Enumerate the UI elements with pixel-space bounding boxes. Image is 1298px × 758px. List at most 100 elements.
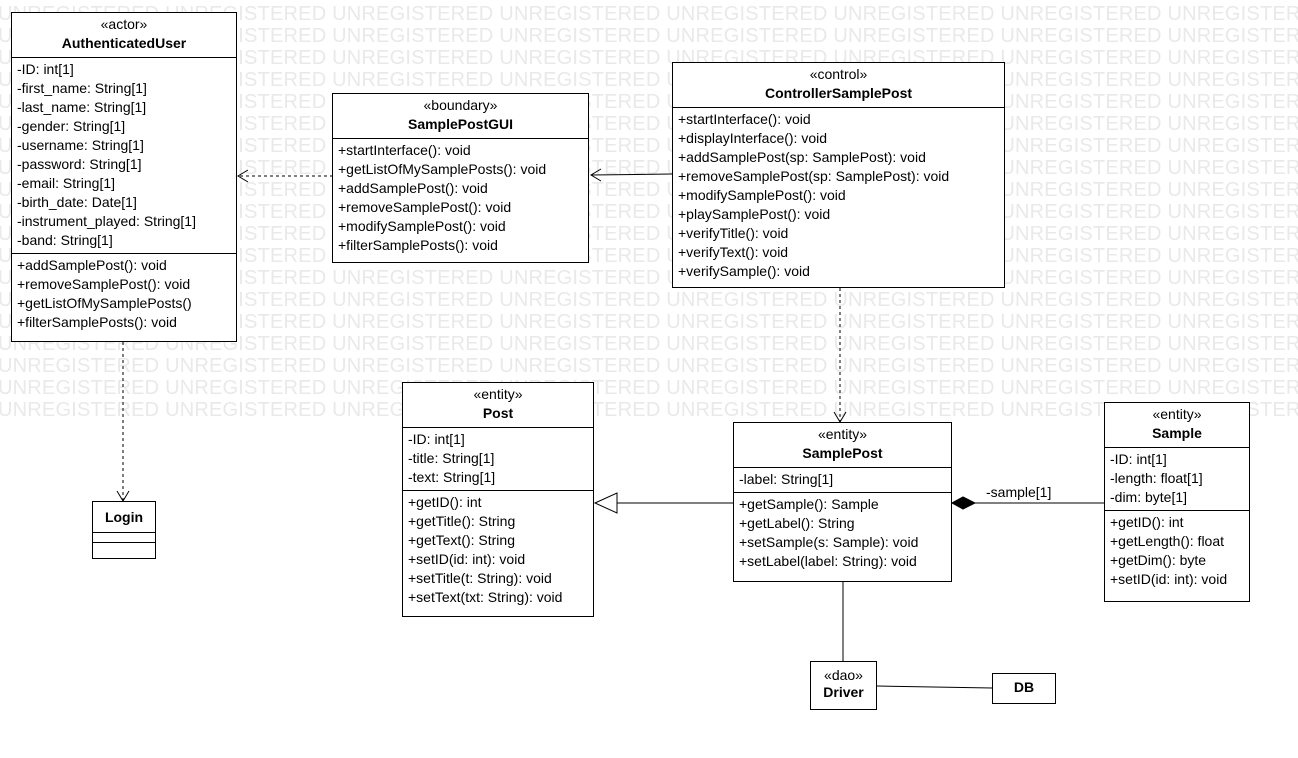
stereotype-label: «control» <box>809 66 868 82</box>
operation-item: +addSamplePost(): void <box>338 180 488 196</box>
class-header: Login <box>93 502 155 533</box>
dependency-controller-to-samplepost <box>833 288 847 423</box>
class-controller-sample-post[interactable]: «control» ControllerSamplePost +startInt… <box>672 62 1005 288</box>
attribute-item: -email: String[1] <box>17 175 116 191</box>
operations-section: +addSamplePost(): void +removeSamplePost(… <box>12 253 236 335</box>
class-header: «entity» SamplePost <box>734 423 951 468</box>
class-header: «control» ControllerSamplePost <box>673 63 1004 108</box>
operation-item: +setID(id: int): void <box>408 551 526 567</box>
attribute-item: -label: String[1] <box>739 471 834 487</box>
operation-item: +modifySamplePost(): void <box>678 187 846 203</box>
class-header: «boundary» SamplePostGUI <box>333 94 588 139</box>
operation-item: +verifyText(): void <box>678 244 789 260</box>
operation-item: +verifyTitle(): void <box>678 225 789 241</box>
class-name: DB <box>1013 679 1035 695</box>
class-driver[interactable]: «dao» Driver <box>810 661 877 710</box>
operations-section: +getSample(): Sample +getLabel(): String +… <box>734 492 951 574</box>
class-authenticated-user[interactable]: «actor» AuthenticatedUser -ID: int[1] -fi… <box>11 12 237 342</box>
attributes-section: -ID: int[1] -first_name: String[1] -last_n… <box>12 58 236 253</box>
association-driver-db <box>876 685 993 689</box>
class-name: SamplePost <box>802 445 883 461</box>
operation-item: +setText(txt: String): void <box>408 589 563 605</box>
attributes-section <box>93 533 155 542</box>
operation-item: +getID(): int <box>1110 514 1184 530</box>
operation-item: +setSample(s: Sample): void <box>739 534 919 550</box>
class-name: Login <box>104 509 144 525</box>
class-sample[interactable]: «entity» Sample -ID: int[1] -length: floa… <box>1104 402 1250 602</box>
operation-item: +modifySamplePost(): void <box>338 218 506 234</box>
operations-section <box>93 542 155 552</box>
operations-section: +startInterface(): void +getListOfMySampl… <box>333 139 588 258</box>
generalization-samplepost-to-post <box>593 492 733 514</box>
operations-section: +getID(): int +getLength(): float +getDim(… <box>1105 510 1249 592</box>
operation-item: +getText(): String <box>408 532 515 548</box>
attribute-item: -first_name: String[1] <box>17 80 147 96</box>
stereotype-label: «dao» <box>824 667 863 683</box>
attribute-item: -text: String[1] <box>408 469 496 485</box>
class-header: «entity» Sample <box>1105 403 1249 448</box>
class-db[interactable]: DB <box>992 673 1056 704</box>
class-name: Driver <box>823 684 864 700</box>
attribute-item: -ID: int[1] <box>408 431 465 447</box>
class-name: Post <box>482 405 514 421</box>
operations-section: +startInterface(): void +displayInterface… <box>673 108 1004 284</box>
operation-item: +removeSamplePost(): void <box>17 276 191 292</box>
operation-item: +removeSamplePost(sp: SamplePost): void <box>678 168 950 184</box>
operation-item: +addSamplePost(): void <box>17 257 167 273</box>
operation-item: +setLabel(label: String): void <box>739 553 917 569</box>
operations-section: +getID(): int +getTitle(): String +getText… <box>403 490 593 610</box>
operation-item: +startInterface(): void <box>338 142 471 158</box>
operation-item: +setTitle(t: String): void <box>408 570 552 586</box>
class-name: AuthenticatedUser <box>61 35 187 51</box>
attribute-item: -birth_date: Date[1] <box>17 194 137 210</box>
class-header: «dao» Driver <box>811 662 876 703</box>
class-header: DB <box>993 674 1055 698</box>
operation-item: +getListOfMySamplePosts() <box>17 295 192 311</box>
operation-item: +setID(id: int): void <box>1110 571 1228 587</box>
class-name: Sample <box>1152 425 1202 441</box>
operation-item: +startInterface(): void <box>678 111 811 127</box>
operation-item: +displayInterface(): void <box>678 130 828 146</box>
operation-item: +removeSamplePost(): void <box>338 199 512 215</box>
attribute-item: -ID: int[1] <box>1110 451 1167 467</box>
operation-item: +getLabel(): String <box>739 515 855 531</box>
attribute-item: -last_name: String[1] <box>17 99 147 115</box>
class-header: «actor» AuthenticatedUser <box>12 13 236 58</box>
operation-item: +verifySample(): void <box>678 263 810 279</box>
attribute-item: -gender: String[1] <box>17 118 126 134</box>
operation-item: +addSamplePost(sp: SamplePost): void <box>678 149 926 165</box>
stereotype-label: «entity» <box>1152 406 1202 422</box>
attribute-item: -dim: byte[1] <box>1110 489 1188 505</box>
class-sample-post[interactable]: «entity» SamplePost -label: String[1] +g… <box>733 422 952 582</box>
attribute-item: -ID: int[1] <box>17 61 74 77</box>
attributes-section: -ID: int[1] -title: String[1] -text: Strin… <box>403 428 593 490</box>
operation-item: +getID(): int <box>408 494 482 510</box>
class-post[interactable]: «entity» Post -ID: int[1] -title: String[… <box>402 382 594 617</box>
operation-item: +filterSamplePosts(): void <box>17 314 177 330</box>
attributes-section: -label: String[1] <box>734 468 951 492</box>
class-sample-post-gui[interactable]: «boundary» SamplePostGUI +startInterface… <box>332 93 589 263</box>
operation-item: +getLength(): float <box>1110 533 1225 549</box>
operation-item: +getTitle(): String <box>408 513 516 529</box>
dependency-authenticated-user-to-login <box>116 342 130 502</box>
class-name: SamplePostGUI <box>407 116 514 132</box>
stereotype-label: «boundary» <box>423 97 498 113</box>
attributes-section: -ID: int[1] -length: float[1] -dim: byte[1… <box>1105 448 1249 510</box>
class-name: ControllerSamplePost <box>764 85 913 101</box>
attribute-item: -band: String[1] <box>17 232 113 248</box>
stereotype-label: «entity» <box>473 386 523 402</box>
attribute-item: -password: String[1] <box>17 156 142 172</box>
stereotype-label: «entity» <box>817 426 868 442</box>
operation-item: +playSamplePost(): void <box>678 206 831 222</box>
class-login[interactable]: Login <box>92 501 156 559</box>
operation-item: +getDim(): byte <box>1110 552 1207 568</box>
operation-item: +getListOfMySamplePosts(): void <box>338 161 547 177</box>
class-header: «entity» Post <box>403 383 593 428</box>
operation-item: +getSample(): Sample <box>739 496 879 512</box>
operation-item: +filterSamplePosts(): void <box>338 237 498 253</box>
attribute-item: -title: String[1] <box>408 450 495 466</box>
stereotype-label: «actor» <box>100 16 148 32</box>
attribute-item: -length: float[1] <box>1110 470 1203 486</box>
dependency-gui-to-authenticated-user <box>237 169 333 183</box>
attribute-item: -instrument_played: String[1] <box>17 213 196 229</box>
